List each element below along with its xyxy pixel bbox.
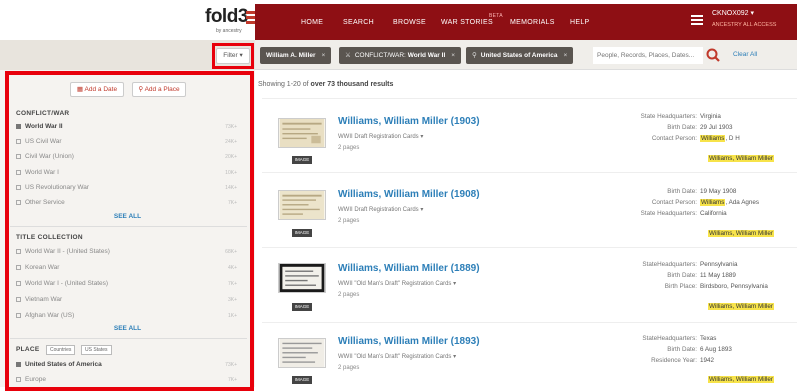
record-thumbnail[interactable] bbox=[278, 190, 326, 220]
highlight-match: Williams bbox=[700, 199, 726, 206]
record-thumbnail[interactable] bbox=[278, 338, 326, 368]
result-divider bbox=[262, 322, 797, 323]
clear-all-link[interactable]: Clear All bbox=[733, 51, 757, 58]
fact-key: State Headquarters: bbox=[640, 210, 697, 217]
nav-memorials[interactable]: MEMORIALS bbox=[510, 19, 555, 26]
logo-text: fold3 bbox=[205, 6, 248, 27]
record-title[interactable]: Williams, William Miller (1908) bbox=[338, 189, 480, 200]
search-chip-place[interactable]: ⚲ United States of America × bbox=[466, 47, 574, 64]
logo-subtitle: by ancestry bbox=[216, 28, 242, 34]
nav-war-stories[interactable]: WAR STORIES BETA bbox=[441, 13, 503, 26]
result-divider bbox=[262, 98, 797, 99]
fact-key: Contact Person: bbox=[651, 135, 697, 142]
fact-key: StateHeadquarters: bbox=[642, 335, 697, 342]
fact-key: Birth Date: bbox=[667, 124, 697, 131]
sidebar-highlight bbox=[5, 71, 254, 391]
fact-key: Birth Date: bbox=[667, 346, 697, 353]
user-subscription: ANCESTRY ALL ACCESS bbox=[712, 22, 777, 28]
record-pages: 2 pages bbox=[338, 218, 360, 224]
record-pages: 2 pages bbox=[338, 292, 360, 298]
fact-value: California bbox=[700, 210, 727, 217]
record-thumbnail[interactable] bbox=[278, 263, 326, 293]
record-title[interactable]: Williams, William Miller (1903) bbox=[338, 116, 480, 127]
chip-label: United States of America bbox=[480, 52, 558, 59]
search-input[interactable] bbox=[593, 47, 703, 64]
record-pages: 2 pages bbox=[338, 145, 360, 151]
record-collection[interactable]: WWII "Old Man's Draft" Registration Card… bbox=[338, 353, 456, 360]
record-pages: 2 pages bbox=[338, 365, 360, 371]
image-label: IMAGE bbox=[292, 229, 312, 237]
fact-key: Residence Year: bbox=[651, 357, 697, 364]
fact-key: Birth Place: bbox=[664, 283, 697, 290]
chip-label: World War II bbox=[407, 52, 446, 59]
record-collection[interactable]: WWII "Old Man's Draft" Registration Card… bbox=[338, 280, 456, 287]
fact-value: 11 May 1889 bbox=[700, 272, 736, 279]
fact-value: Pennsylvania bbox=[700, 261, 738, 268]
fact-value: 29 Jul 1903 bbox=[700, 124, 733, 131]
beta-badge: BETA bbox=[489, 13, 503, 19]
nav-war-stories-label: WAR STORIES bbox=[441, 19, 493, 26]
result-divider bbox=[262, 172, 797, 173]
fact-key: State Headquarters: bbox=[640, 113, 697, 120]
swords-icon: ⚔ bbox=[345, 52, 351, 59]
fact-value: Williams, Ada Agnes bbox=[700, 199, 759, 206]
result-divider bbox=[262, 247, 797, 248]
fact-value: 1942 bbox=[700, 357, 715, 364]
name-match-tag: Williams, William Miller bbox=[708, 376, 775, 383]
results-count: Showing 1-20 of over 73 thousand results bbox=[258, 81, 393, 88]
fact-value: Williams, D H bbox=[700, 135, 740, 142]
close-icon[interactable]: × bbox=[563, 52, 567, 59]
fact-key: Birth Date: bbox=[667, 188, 697, 195]
filter-button-highlight bbox=[212, 43, 254, 69]
search-icon[interactable] bbox=[705, 47, 721, 64]
record-title[interactable]: Williams, William Miller (1893) bbox=[338, 336, 480, 347]
location-pin-icon: ⚲ bbox=[472, 52, 477, 59]
fact-value-rest: , Ada Agnes bbox=[725, 199, 760, 206]
image-label: IMAGE bbox=[292, 156, 312, 164]
top-navigation: fold3 by ancestry HOME SEARCH BROWSE WAR… bbox=[0, 0, 797, 40]
fact-value: Texas bbox=[700, 335, 717, 342]
nav-search[interactable]: SEARCH bbox=[343, 19, 374, 26]
record-collection[interactable]: WWII Draft Registration Cards ▾ bbox=[338, 206, 423, 213]
close-icon[interactable]: × bbox=[322, 52, 326, 59]
user-menu-icon[interactable] bbox=[690, 14, 704, 26]
image-label: IMAGE bbox=[292, 303, 312, 311]
name-match-tag: Williams, William Miller bbox=[708, 155, 775, 162]
fact-key: Birth Date: bbox=[667, 272, 697, 279]
name-match-tag: Williams, William Miller bbox=[708, 303, 775, 310]
results-count-prefix: Showing 1-20 of bbox=[258, 81, 309, 88]
fact-value: 6 Aug 1893 bbox=[700, 346, 732, 353]
record-title[interactable]: Williams, William Miller (1889) bbox=[338, 263, 480, 274]
chip-prefix: CONFLICT/WAR: bbox=[354, 52, 406, 59]
highlight-match: Williams bbox=[700, 135, 726, 142]
fact-key: StateHeadquarters: bbox=[642, 261, 697, 268]
results-count-total: over 73 thousand results bbox=[310, 81, 394, 88]
record-thumbnail[interactable] bbox=[278, 118, 326, 148]
nav-home[interactable]: HOME bbox=[301, 19, 323, 26]
image-label: IMAGE bbox=[292, 376, 312, 384]
nav-browse[interactable]: BROWSE bbox=[393, 19, 426, 26]
search-chip-conflict[interactable]: ⚔ CONFLICT/WAR: World War II × bbox=[339, 47, 462, 64]
name-match-tag: Williams, William Miller bbox=[708, 230, 775, 237]
fact-value-rest: , D H bbox=[725, 135, 740, 142]
close-icon[interactable]: × bbox=[451, 52, 455, 59]
fact-value: Virginia bbox=[700, 113, 721, 120]
record-collection[interactable]: WWII Draft Registration Cards ▾ bbox=[338, 133, 423, 140]
fact-value: Birdsboro, Pennsylvania bbox=[700, 283, 768, 290]
nav-help[interactable]: HELP bbox=[570, 19, 590, 26]
fact-value: 19 May 1908 bbox=[700, 188, 737, 195]
fact-key: Contact Person: bbox=[651, 199, 697, 206]
user-account-menu[interactable]: CKNOX092 ▾ bbox=[712, 9, 754, 17]
search-chip-name[interactable]: William A. Miller × bbox=[260, 47, 332, 64]
chip-label: William A. Miller bbox=[266, 52, 316, 59]
